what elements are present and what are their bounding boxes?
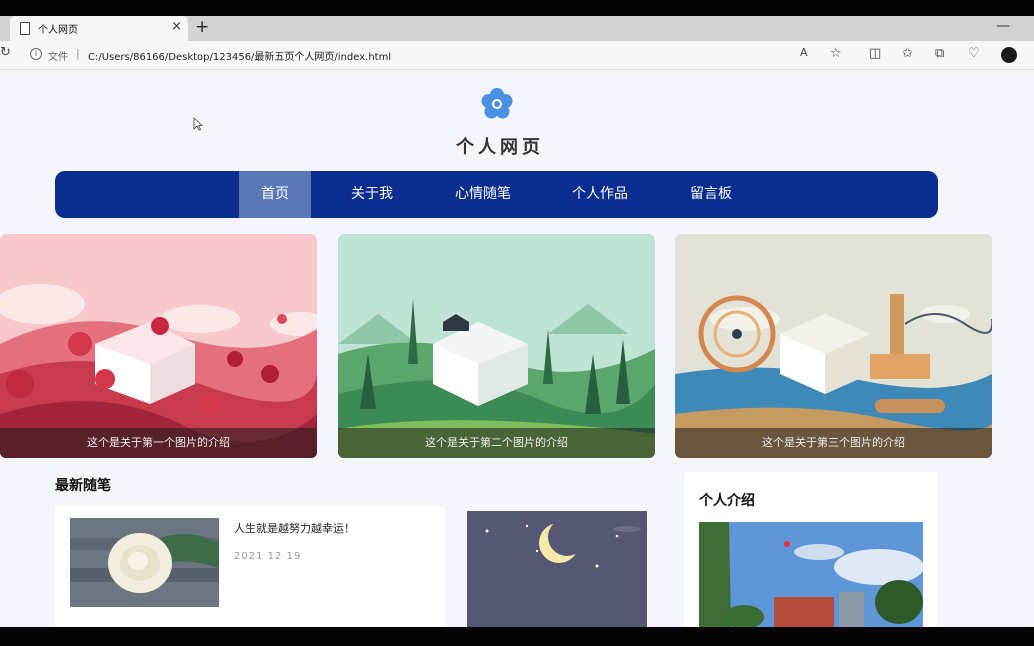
personal-intro-title: 个人介绍 <box>699 493 755 509</box>
nav-item-guestbook[interactable]: 留言板 <box>677 171 745 218</box>
mouse-cursor-icon <box>193 117 203 131</box>
banner-card-2[interactable]: 这个是关于第二个图片的介绍 <box>338 234 655 458</box>
info-icon[interactable]: i <box>30 48 42 60</box>
new-tab-button[interactable]: + <box>195 17 209 37</box>
site-title: 个人网页 <box>456 137 544 158</box>
flower-logo-icon <box>481 88 513 119</box>
refresh-icon[interactable]: ↻ <box>0 45 11 60</box>
screen-bottom-border <box>0 627 1034 646</box>
extensions-icon[interactable]: ♡ <box>968 46 980 61</box>
nav-item-works[interactable]: 个人作品 <box>560 171 640 218</box>
address-separator: | <box>76 47 80 60</box>
rose-thumbnail <box>70 518 219 607</box>
page-icon <box>20 22 30 35</box>
minimize-button[interactable]: — <box>996 18 1010 34</box>
collections-icon[interactable]: ⧉ <box>935 46 944 61</box>
banner-card-1[interactable]: 这个是关于第一个图片的介绍 <box>0 234 317 458</box>
tab-title: 个人网页 <box>38 25 78 36</box>
split-screen-icon[interactable]: ◫ <box>869 46 881 61</box>
strawberry-cake-illustration <box>0 234 317 458</box>
amusement-park-illustration <box>675 234 992 458</box>
read-aloud-icon[interactable]: A <box>800 46 808 59</box>
main-navigation: 首页 关于我 心情随笔 个人作品 留言板 <box>55 171 938 218</box>
nav-item-essays[interactable]: 心情随笔 <box>445 171 521 218</box>
nav-item-home[interactable]: 首页 <box>239 171 311 218</box>
banner-caption-3: 这个是关于第三个图片的介绍 <box>675 428 992 458</box>
screen-top-border <box>0 0 1034 16</box>
favorite-star-icon[interactable]: ☆ <box>830 46 842 61</box>
browser-tab[interactable]: 个人网页 × <box>10 16 188 41</box>
profile-avatar[interactable] <box>1001 47 1017 63</box>
browser-tab-strip: 个人网页 × + — <box>0 16 1034 41</box>
favorites-icon[interactable]: ✩ <box>902 46 913 61</box>
post-excerpt[interactable]: 人生就是越努力越幸运！ <box>234 520 355 536</box>
url-field[interactable]: C:/Users/86166/Desktop/123456/最新五页个人网页/i… <box>88 48 391 63</box>
nav-item-about[interactable]: 关于我 <box>337 171 407 218</box>
address-bar: ↻ i 文件 | C:/Users/86166/Desktop/123456/最… <box>0 41 1034 70</box>
address-file-label: 文件 <box>48 52 68 63</box>
latest-posts-title: 最新随笔 <box>55 478 111 494</box>
close-tab-icon[interactable]: × <box>171 19 182 34</box>
forest-cube-illustration <box>338 234 655 458</box>
web-page: 个人网页 首页 关于我 心情随笔 个人作品 留言板 这个是关于第一个图片的介绍 … <box>0 70 1034 627</box>
banner-caption-2: 这个是关于第二个图片的介绍 <box>338 428 655 458</box>
night-sky-image <box>467 511 647 627</box>
latest-post-card[interactable]: 人生就是越努力越幸运！ 2021 12 19 <box>55 506 445 627</box>
post-date: 2021 12 19 <box>234 551 302 562</box>
banner-caption-1: 这个是关于第一个图片的介绍 <box>0 428 317 458</box>
campus-photo <box>699 522 923 627</box>
banner-card-3[interactable]: 这个是关于第三个图片的介绍 <box>675 234 992 458</box>
personal-intro-panel: 个人介绍 <box>684 472 937 627</box>
